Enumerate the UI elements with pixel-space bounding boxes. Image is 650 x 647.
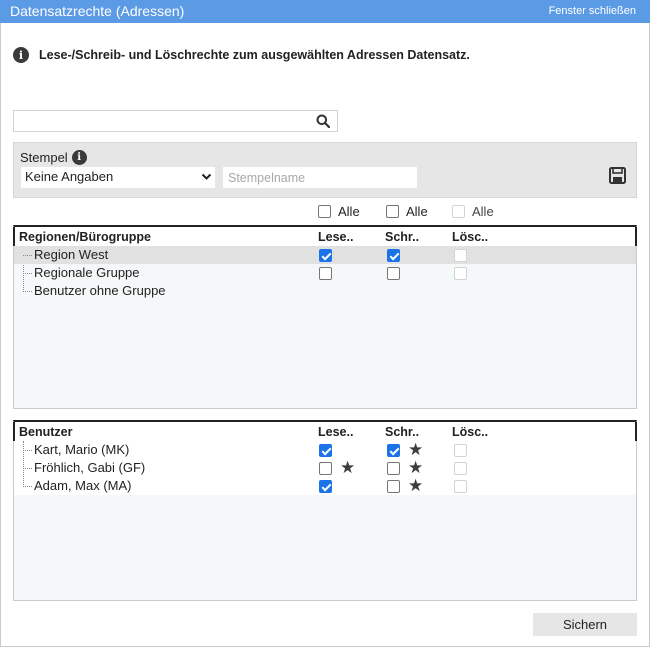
search-icon[interactable] <box>316 114 330 128</box>
column-header-lesen[interactable]: Lese.. <box>318 425 353 439</box>
info-icon: i <box>13 47 29 63</box>
search-box <box>13 110 338 132</box>
lesen-checkbox[interactable] <box>319 267 332 280</box>
lesen-checkbox[interactable] <box>319 480 332 493</box>
column-header-lesen[interactable]: Lese.. <box>318 230 353 244</box>
regions-grid: Regionen/Bürogruppe Lese.. Schr.. Lösc..… <box>13 225 637 409</box>
alle-loeschen: Alle <box>452 203 494 219</box>
stempel-select-value: Keine Angaben <box>25 169 114 184</box>
info-text: Lese-/Schreib- und Löschrechte zum ausge… <box>39 48 470 62</box>
column-header-loeschen[interactable]: Lösc.. <box>452 425 488 439</box>
window-titlebar: Datensatzrechte (Adressen) Fenster schli… <box>0 0 650 23</box>
row-name: Region West <box>34 247 109 262</box>
table-row[interactable]: Regionale Gruppe <box>14 264 636 282</box>
star-icon[interactable]: ★ <box>340 458 355 478</box>
row-name: Kart, Mario (MK) <box>34 442 130 457</box>
lesen-checkbox[interactable] <box>319 249 332 262</box>
row-name: Benutzer ohne Gruppe <box>34 283 166 298</box>
info-icon[interactable]: i <box>71 150 87 165</box>
schreiben-checkbox[interactable] <box>387 480 400 493</box>
star-icon[interactable]: ★ <box>408 476 423 496</box>
stempel-name-input[interactable] <box>223 167 417 188</box>
column-header-schreiben[interactable]: Schr.. <box>385 230 419 244</box>
schreiben-checkbox[interactable] <box>387 249 400 262</box>
alle-lesen[interactable]: Alle <box>318 203 360 219</box>
row-name: Regionale Gruppe <box>34 265 140 280</box>
column-header-name: Regionen/Bürogruppe <box>19 230 151 244</box>
alle-schreiben-label: Alle <box>406 203 428 219</box>
loeschen-checkbox <box>454 267 467 280</box>
stempel-label: Stempel i <box>20 150 87 165</box>
column-header-schreiben[interactable]: Schr.. <box>385 425 419 439</box>
schreiben-checkbox[interactable] <box>387 462 400 475</box>
star-icon[interactable]: ★ <box>408 440 423 460</box>
stempel-label-text: Stempel <box>20 150 68 165</box>
window-title: Datensatzrechte (Adressen) <box>10 3 185 19</box>
table-row[interactable]: Fröhlich, Gabi (GF) ★ ★ <box>14 458 636 478</box>
alle-loeschen-label: Alle <box>472 203 494 219</box>
stempel-select[interactable]: Keine Angaben <box>21 167 215 188</box>
lesen-checkbox[interactable] <box>319 444 332 457</box>
stempel-panel: Stempel i Keine Angaben <box>13 142 637 198</box>
lesen-checkbox[interactable] <box>319 462 332 475</box>
close-window-link[interactable]: Fenster schließen <box>549 5 636 17</box>
users-grid-header: Benutzer Lese.. Schr.. Lösc.. <box>13 422 637 441</box>
row-name: Fröhlich, Gabi (GF) <box>34 460 146 475</box>
table-row[interactable]: Benutzer ohne Gruppe <box>14 282 636 300</box>
column-header-name: Benutzer <box>19 425 73 439</box>
loeschen-checkbox <box>454 444 467 457</box>
save-button[interactable]: Sichern <box>533 613 637 636</box>
schreiben-checkbox[interactable] <box>387 444 400 457</box>
table-row[interactable]: Kart, Mario (MK) ★ <box>14 440 636 460</box>
loeschen-checkbox <box>454 462 467 475</box>
regions-grid-header: Regionen/Bürogruppe Lese.. Schr.. Lösc.. <box>13 227 637 246</box>
search-input[interactable] <box>14 111 304 131</box>
schreiben-checkbox[interactable] <box>387 267 400 280</box>
users-grid: Benutzer Lese.. Schr.. Lösc.. Kart, Mari… <box>13 420 637 601</box>
alle-lesen-label: Alle <box>338 203 360 219</box>
row-name: Adam, Max (MA) <box>34 478 132 493</box>
star-icon[interactable]: ★ <box>408 458 423 478</box>
alle-schreiben-checkbox[interactable] <box>386 204 399 218</box>
alle-schreiben[interactable]: Alle <box>386 203 428 219</box>
info-line: i Lese-/Schreib- und Löschrechte zum aus… <box>13 46 470 64</box>
column-header-loeschen[interactable]: Lösc.. <box>452 230 488 244</box>
alle-loeschen-checkbox <box>452 204 465 218</box>
loeschen-checkbox <box>454 249 467 262</box>
table-row[interactable]: Region West <box>14 246 636 264</box>
table-row[interactable]: Adam, Max (MA) ★ <box>14 476 636 496</box>
loeschen-checkbox <box>454 480 467 493</box>
chevron-down-icon <box>201 173 212 180</box>
alle-lesen-checkbox[interactable] <box>318 204 331 218</box>
save-icon[interactable] <box>609 167 626 184</box>
